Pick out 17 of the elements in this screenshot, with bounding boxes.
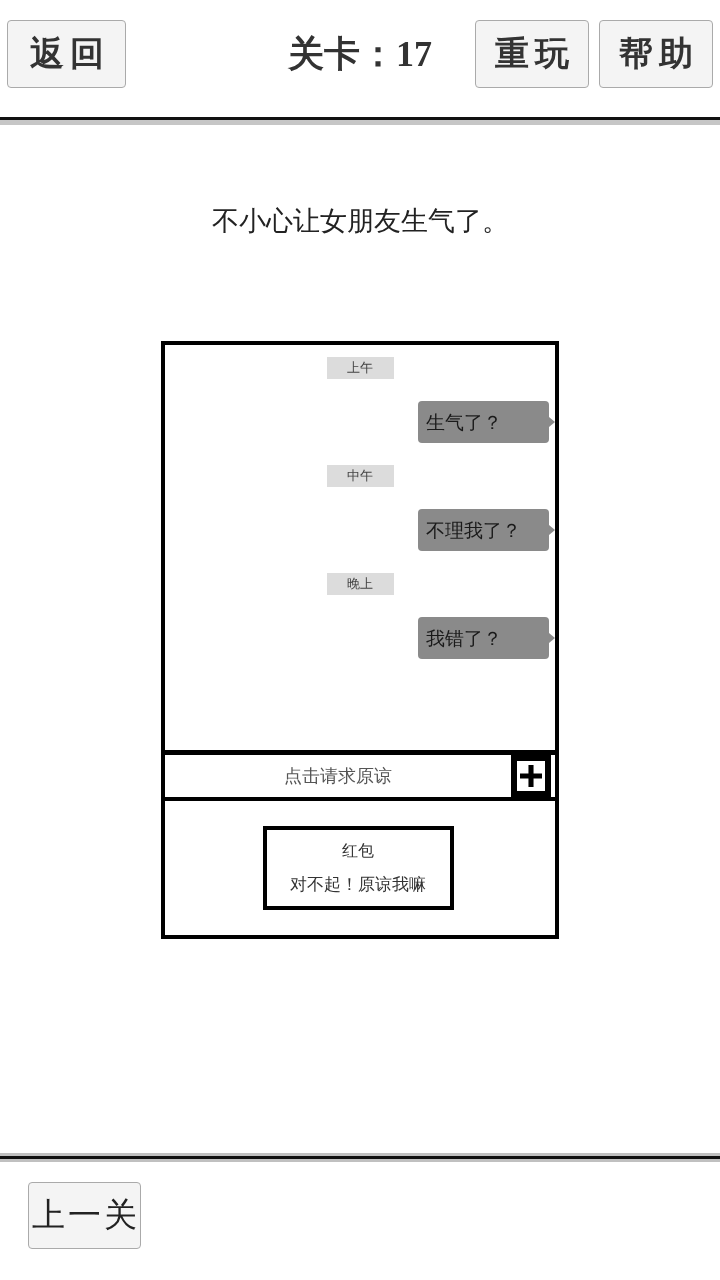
prompt-text: 不小心让女朋友生气了。 [211, 204, 509, 238]
previous-level-button[interactable]: 上一关 [28, 1182, 141, 1249]
attachment-card[interactable]: 红包 对不起！原谅我嘛 [262, 826, 454, 910]
restart-button[interactable]: 重玩 [475, 20, 589, 88]
message-bubble: 生气了？ [418, 401, 549, 443]
help-button[interactable]: 帮助 [599, 20, 713, 88]
bubble-tail-icon [549, 633, 555, 643]
bubble-tail-icon [549, 525, 555, 535]
back-button[interactable]: 返回 [7, 20, 126, 88]
message-bubble: 我错了？ [418, 617, 549, 659]
level-title: 关卡：17 [287, 32, 433, 76]
time-label: 上午 [326, 357, 394, 379]
message-bubble: 不理我了？ [418, 509, 549, 551]
time-label: 中午 [326, 465, 394, 487]
time-label: 晚上 [326, 573, 394, 595]
bubble-tail-icon [549, 417, 555, 427]
plus-icon [520, 765, 542, 787]
